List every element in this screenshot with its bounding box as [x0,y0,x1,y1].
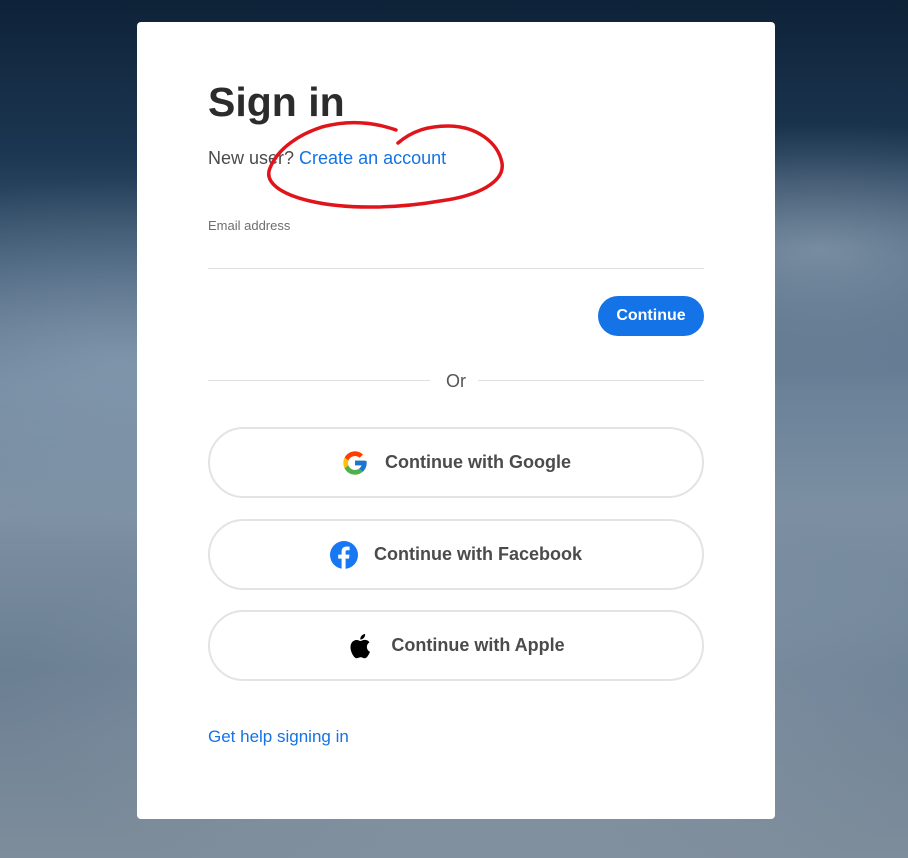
new-user-prefix: New user? [208,148,300,168]
continue-with-google-button[interactable]: Continue with Google [208,427,704,498]
new-user-line: New user? Create an account [208,148,446,169]
apple-icon [347,632,375,660]
apple-button-label: Continue with Apple [391,635,565,655]
create-account-link[interactable]: Create an account [299,148,446,168]
google-button-label: Continue with Google [385,452,571,472]
continue-with-facebook-button[interactable]: Continue with Facebook [208,519,704,590]
signin-card: Sign in New user? Create an account Emai… [137,22,775,819]
continue-with-apple-button[interactable]: Continue with Apple [208,610,704,681]
page-title: Sign in [208,79,345,125]
email-field[interactable] [208,236,704,269]
facebook-button-label: Continue with Facebook [373,544,582,564]
email-label: Email address [208,218,291,233]
continue-button[interactable]: Continue [598,296,704,336]
or-divider: Or [208,370,704,392]
divider-line-right [478,380,704,381]
google-icon [341,449,369,477]
divider-text: Or [446,371,466,391]
get-help-signing-in-link[interactable]: Get help signing in [208,727,349,747]
facebook-icon [329,540,358,569]
